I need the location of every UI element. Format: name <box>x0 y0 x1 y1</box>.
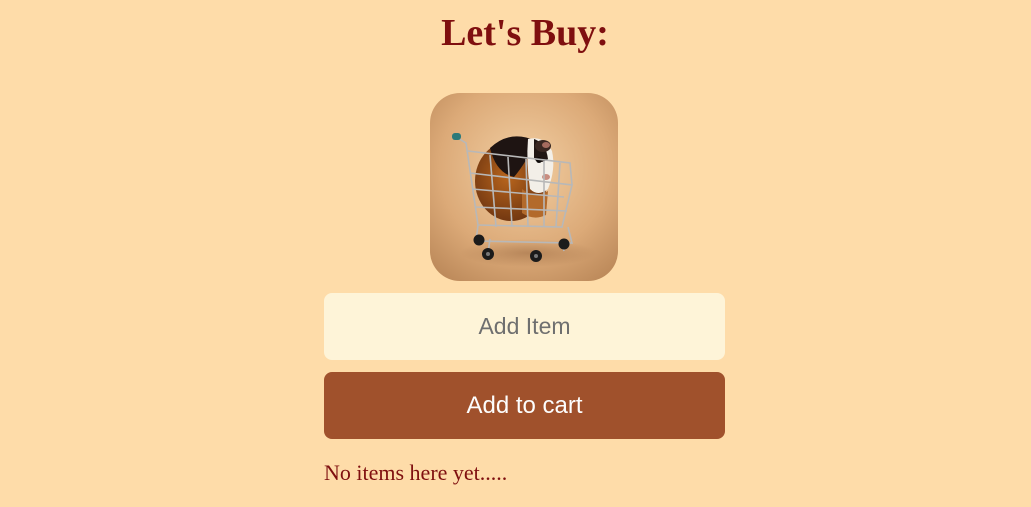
add-to-cart-button[interactable]: Add to cart <box>324 372 725 439</box>
page-title: Let's Buy: <box>441 12 609 54</box>
guinea-pig-cart-image <box>430 93 618 281</box>
add-item-input[interactable] <box>324 293 725 360</box>
empty-cart-message: No items here yet..... <box>324 460 508 485</box>
